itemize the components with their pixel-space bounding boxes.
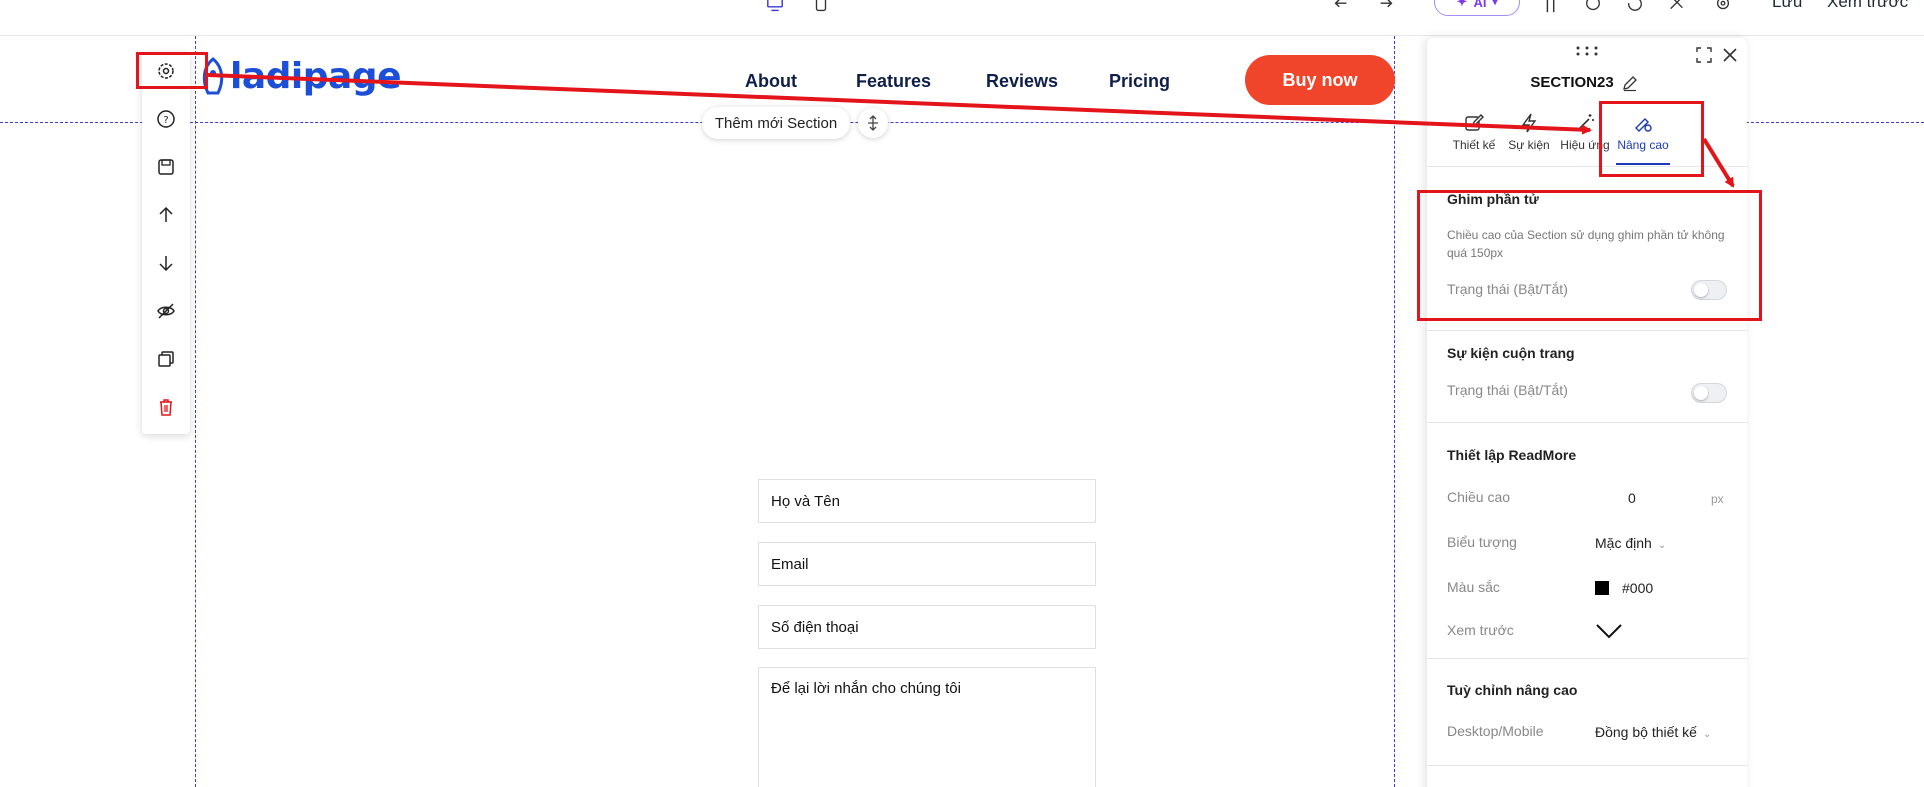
add-section-button[interactable]: Thêm mới Section [702, 107, 850, 139]
nav-link-reviews[interactable]: Reviews [986, 71, 1058, 92]
move-vertical-icon [868, 115, 878, 131]
logo: ladipage [198, 56, 402, 97]
expand-icon[interactable] [1695, 46, 1713, 64]
trash-icon [160, 399, 172, 416]
readmore-color-label: Màu sắc [1447, 579, 1500, 595]
drag-handle-icon[interactable] [1575, 46, 1599, 56]
section-name: SECTION23 [1530, 74, 1614, 91]
section-divider [1427, 422, 1747, 423]
undo-icon[interactable] [1330, 0, 1352, 14]
readmore-title: Thiết lập ReadMore [1447, 447, 1577, 463]
magic-wand-icon [1576, 114, 1594, 132]
panel-title: SECTION23 [1427, 74, 1747, 91]
tab-events[interactable]: Sự kiện [1499, 112, 1559, 152]
readmore-height-unit: px [1711, 492, 1724, 506]
section-divider [1427, 658, 1747, 659]
chevron-preview-icon [1596, 624, 1622, 639]
message-field[interactable]: Để lại lời nhắn cho chúng tôi [758, 667, 1096, 787]
ai-label: AI [1473, 0, 1487, 10]
editor-root: ✦ AI ▾ Lưu Xem trước ladipage About Feat… [0, 0, 1924, 787]
move-section-handle[interactable] [858, 108, 888, 138]
logo-text: ladipage [230, 56, 402, 97]
arrow-down-icon [159, 256, 173, 272]
readmore-icon-select[interactable]: Mặc định ⌄ [1595, 535, 1666, 551]
scroll-status-label: Trạng thái (Bật/Tắt) [1447, 382, 1568, 398]
tab-label: Thiết kế [1452, 138, 1496, 152]
phone-field[interactable]: Số điện thoại [758, 605, 1096, 649]
tab-design[interactable]: Thiết kế [1444, 112, 1504, 152]
adjust-icon[interactable] [1540, 0, 1562, 14]
hide-section-button[interactable] [142, 296, 190, 326]
redo-icon[interactable] [1375, 0, 1397, 14]
delete-button[interactable] [142, 392, 190, 422]
guide-line-right [1394, 36, 1395, 787]
readmore-height-label: Chiều cao [1447, 489, 1511, 505]
save-button[interactable]: Lưu [1772, 0, 1802, 12]
duplicate-button[interactable] [142, 344, 190, 374]
nav-link-about[interactable]: About [745, 71, 797, 92]
desktop-view-icon[interactable] [764, 0, 786, 14]
section-divider [1427, 330, 1747, 331]
top-toolbar: ✦ AI ▾ Lưu Xem trước [0, 0, 1924, 36]
rename-pencil-icon[interactable] [1621, 74, 1639, 92]
scroll-event-title: Sự kiện cuộn trang [1447, 345, 1575, 361]
sparkle-icon: ✦ [1456, 0, 1468, 9]
readmore-color-value[interactable]: #000 [1622, 580, 1653, 596]
move-down-button[interactable] [142, 248, 190, 278]
readmore-height-input[interactable]: 0 [1628, 490, 1636, 506]
buy-now-button[interactable]: Buy now [1245, 55, 1395, 105]
name-field[interactable]: Họ và Tên [758, 479, 1096, 523]
close-icon[interactable] [1721, 46, 1739, 64]
annotation-box-advanced-tab [1599, 101, 1704, 177]
nav-link-pricing[interactable]: Pricing [1109, 71, 1170, 92]
mobile-view-icon[interactable] [810, 0, 832, 14]
nav-link-features[interactable]: Features [856, 71, 931, 92]
section-toolbar: ? [142, 52, 190, 434]
help-icon: ? [157, 110, 175, 128]
color-swatch[interactable] [1595, 581, 1609, 595]
readmore-icon-value: Mặc định [1595, 535, 1652, 551]
history-icon[interactable] [1624, 0, 1646, 14]
annotation-box-settings [136, 52, 208, 89]
advanced-custom-title: Tuỳ chỉnh nâng cao [1447, 682, 1578, 698]
copy-icon [158, 351, 174, 367]
scroll-status-toggle[interactable] [1691, 383, 1727, 403]
info-icon[interactable] [1582, 0, 1604, 14]
readmore-preview-label: Xem trước [1447, 622, 1514, 638]
preview-button[interactable]: Xem trước [1827, 0, 1908, 12]
floppy-disk-icon [158, 159, 174, 175]
section-divider [1427, 765, 1747, 766]
settings-icon[interactable] [1712, 0, 1734, 14]
chevron-down-icon: ⌄ [1657, 540, 1667, 551]
edit-icon [1465, 114, 1484, 131]
move-up-button[interactable] [142, 200, 190, 230]
svg-text:?: ? [163, 115, 168, 126]
device-label: Desktop/Mobile [1447, 723, 1544, 739]
annotation-box-pin-element [1417, 190, 1762, 321]
save-section-button[interactable] [142, 152, 190, 182]
tools-icon[interactable] [1666, 0, 1688, 14]
guide-line-left [195, 36, 196, 787]
chevron-down-icon: ⌄ [1702, 729, 1712, 740]
eye-off-icon [157, 303, 175, 319]
readmore-icon-label: Biểu tượng [1447, 534, 1517, 550]
help-button[interactable]: ? [142, 104, 190, 134]
tab-label: Sự kiện [1508, 138, 1550, 152]
ai-button[interactable]: ✦ AI ▾ [1434, 0, 1520, 16]
device-value: Đồng bộ thiết kế [1595, 724, 1697, 740]
device-select[interactable]: Đồng bộ thiết kế ⌄ [1595, 724, 1711, 740]
email-field[interactable]: Email [758, 542, 1096, 586]
chevron-down-icon: ▾ [1492, 0, 1498, 8]
lightning-icon [1521, 113, 1537, 133]
arrow-up-icon [159, 206, 173, 222]
